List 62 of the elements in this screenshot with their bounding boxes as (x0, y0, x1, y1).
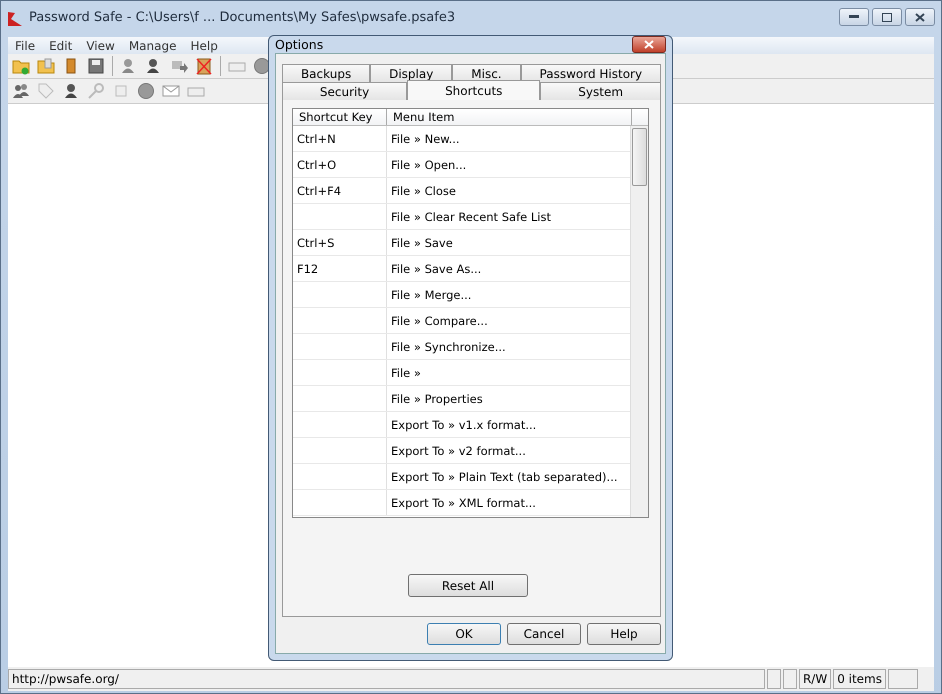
tab[interactable]: Backups (282, 64, 370, 82)
close-button[interactable] (905, 8, 935, 26)
dialog-button[interactable]: OK (427, 623, 501, 645)
clipboard-icon[interactable] (195, 57, 213, 75)
table-cell: Ctrl+F4 (293, 178, 387, 203)
tab[interactable]: Shortcuts (407, 80, 540, 100)
table-cell-text: File » Clear Recent Safe List (390, 208, 552, 226)
table-cell-text: File » New... (390, 130, 461, 148)
tab[interactable]: Display (370, 64, 452, 82)
table-cell-text: Export To » XML format... (390, 494, 537, 512)
table-cell-text: File » Properties (390, 390, 484, 408)
dialog-button[interactable]: Help (587, 623, 661, 645)
table-cell-text: File » Synchronize... (390, 338, 507, 356)
table-cell-text: File » (390, 364, 422, 382)
status-panel (766, 669, 781, 689)
menu-item[interactable]: Edit (42, 38, 80, 52)
tab[interactable]: Security (282, 82, 408, 100)
table-cell-text: File » Compare... (390, 312, 489, 330)
close-icon (915, 12, 925, 22)
menu-item[interactable]: File (8, 38, 42, 52)
status-panel (782, 669, 797, 689)
table-cell-text: Export To » v2 format... (390, 442, 527, 460)
window-title: Password Safe - C:\Users\f ... Documents\My Safes\pwsafe.psafe3 (29, 10, 456, 26)
status-count: 0 items (833, 669, 886, 689)
app-logo-icon (7, 11, 23, 27)
table-cell-text: Export To » v1.x format... (390, 416, 538, 434)
table-cell-text: File » Save (390, 234, 454, 252)
column-header[interactable]: Shortcut Key (293, 109, 387, 125)
table-cell-text: File » Close (390, 182, 457, 200)
status-mode: R/W (798, 669, 832, 689)
table-cell: Ctrl+S (293, 230, 387, 255)
status-panel (888, 669, 918, 689)
menu-item[interactable]: Manage (122, 38, 184, 52)
column-header[interactable]: Menu Item (387, 109, 632, 125)
table-cell: Ctrl+N (293, 126, 387, 151)
menu-item[interactable]: Help (184, 38, 225, 52)
maximize-button[interactable] (872, 8, 902, 26)
table-cell: F12 (293, 256, 387, 281)
menu-item[interactable]: View (79, 38, 122, 52)
person-icon[interactable] (62, 82, 80, 100)
table-cell-text: File » Open... (390, 156, 468, 174)
table-cell-text: File » Merge... (390, 286, 472, 304)
status-url: http://pwsafe.org/ (8, 669, 765, 689)
scrollbar[interactable] (630, 126, 648, 517)
minimize-icon (849, 15, 859, 19)
minimize-button[interactable] (839, 8, 869, 26)
close-button[interactable] (632, 36, 666, 53)
floppy-icon[interactable] (87, 57, 105, 75)
table-cell-text: File » Save As... (390, 260, 482, 278)
table-cell: Ctrl+O (293, 152, 387, 177)
tab[interactable]: Password History (520, 64, 662, 82)
close-icon (644, 40, 654, 49)
globe-icon[interactable] (137, 82, 155, 100)
people-icon[interactable] (12, 82, 30, 100)
folder-icon[interactable] (37, 57, 55, 75)
tab[interactable]: System (540, 82, 661, 100)
maximize-icon (882, 12, 892, 22)
table-cell-text: Export To » Plain Text (tab separated)... (390, 468, 619, 486)
globe-icon[interactable] (253, 57, 271, 75)
dialog-title: Options (275, 37, 324, 52)
dialog-button[interactable]: Cancel (507, 623, 581, 645)
reset-all-button[interactable]: Reset All (408, 574, 528, 597)
